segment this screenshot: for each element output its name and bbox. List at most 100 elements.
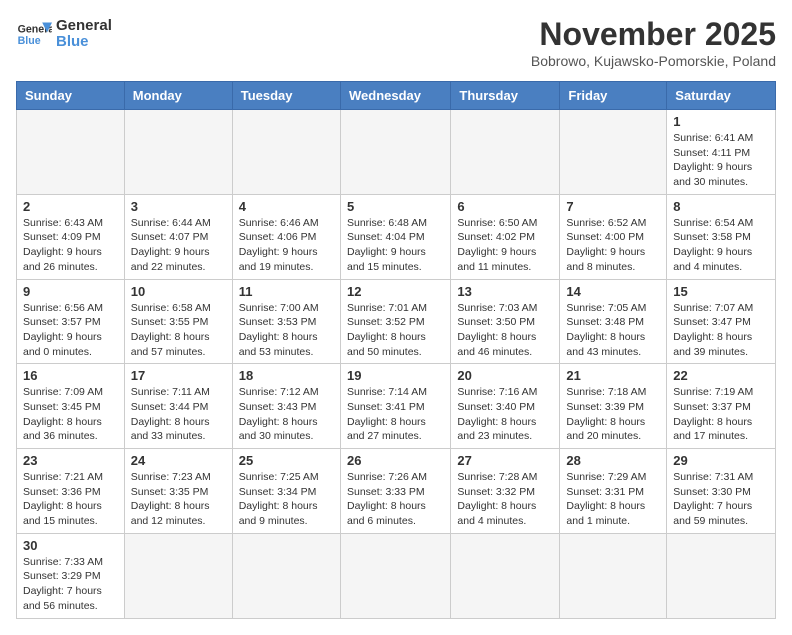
calendar-cell: 5 Sunrise: 6:48 AM Sunset: 4:04 PM Daylig… [340,194,450,279]
calendar-week-row: 30Sunrise: 7:33 AM Sunset: 3:29 PM Dayli… [17,533,776,618]
day-info: Sunrise: 7:11 AM Sunset: 3:44 PM Dayligh… [131,385,226,444]
calendar-cell: 21Sunrise: 7:18 AM Sunset: 3:39 PM Dayli… [560,364,667,449]
day-number: 14 [566,284,660,299]
weekday-header-saturday: Saturday [667,82,776,110]
calendar: SundayMondayTuesdayWednesdayThursdayFrid… [16,81,776,619]
day-number: 23 [23,453,118,468]
weekday-header-sunday: Sunday [17,82,125,110]
day-info: Sunrise: 6:48 AM Sunset: 4:04 PM Dayligh… [347,216,444,275]
day-info: Sunrise: 7:18 AM Sunset: 3:39 PM Dayligh… [566,385,660,444]
day-number: 15 [673,284,769,299]
calendar-cell: 1 Sunrise: 6:41 AM Sunset: 4:11 PM Daylig… [667,110,776,195]
weekday-header-thursday: Thursday [451,82,560,110]
calendar-cell: 23 Sunrise: 7:21 AM Sunset: 3:36 PM Dayli… [17,449,125,534]
day-info: Sunrise: 7:07 AM Sunset: 3:47 PM Dayligh… [673,301,769,360]
calendar-cell: 19Sunrise: 7:14 AM Sunset: 3:41 PM Dayli… [340,364,450,449]
day-number: 20 [457,368,553,383]
calendar-cell: 26 Sunrise: 7:26 AM Sunset: 3:33 PM Dayli… [340,449,450,534]
weekday-header-wednesday: Wednesday [340,82,450,110]
day-number: 17 [131,368,226,383]
day-number: 18 [239,368,334,383]
title-area: November 2025 Bobrowo, Kujawsko-Pomorski… [531,16,776,69]
calendar-cell: 11Sunrise: 7:00 AM Sunset: 3:53 PM Dayli… [232,279,340,364]
calendar-cell: 25 Sunrise: 7:25 AM Sunset: 3:34 PM Dayli… [232,449,340,534]
day-number: 5 [347,199,444,214]
calendar-cell: 4 Sunrise: 6:46 AM Sunset: 4:06 PM Daylig… [232,194,340,279]
day-number: 25 [239,453,334,468]
calendar-cell: 2 Sunrise: 6:43 AM Sunset: 4:09 PM Daylig… [17,194,125,279]
calendar-cell: 9Sunrise: 6:56 AM Sunset: 3:57 PM Daylig… [17,279,125,364]
day-info: Sunrise: 7:14 AM Sunset: 3:41 PM Dayligh… [347,385,444,444]
calendar-cell [560,110,667,195]
calendar-cell: 29 Sunrise: 7:31 AM Sunset: 3:30 PM Dayli… [667,449,776,534]
location-title: Bobrowo, Kujawsko-Pomorskie, Poland [531,53,776,69]
day-number: 26 [347,453,444,468]
calendar-cell: 18 Sunrise: 7:12 AM Sunset: 3:43 PM Dayli… [232,364,340,449]
calendar-cell: 14 Sunrise: 7:05 AM Sunset: 3:48 PM Dayli… [560,279,667,364]
day-info: Sunrise: 7:25 AM Sunset: 3:34 PM Dayligh… [239,470,334,529]
day-number: 6 [457,199,553,214]
day-number: 4 [239,199,334,214]
day-info: Sunrise: 7:26 AM Sunset: 3:33 PM Dayligh… [347,470,444,529]
calendar-cell [451,533,560,618]
logo: General Blue General Blue [16,16,112,52]
day-info: Sunrise: 6:58 AM Sunset: 3:55 PM Dayligh… [131,301,226,360]
day-info: Sunrise: 7:16 AM Sunset: 3:40 PM Dayligh… [457,385,553,444]
day-info: Sunrise: 6:44 AM Sunset: 4:07 PM Dayligh… [131,216,226,275]
day-number: 30 [23,538,118,553]
calendar-week-row: 9Sunrise: 6:56 AM Sunset: 3:57 PM Daylig… [17,279,776,364]
day-number: 16 [23,368,118,383]
calendar-cell [17,110,125,195]
day-number: 7 [566,199,660,214]
day-info: Sunrise: 7:31 AM Sunset: 3:30 PM Dayligh… [673,470,769,529]
calendar-cell: 22Sunrise: 7:19 AM Sunset: 3:37 PM Dayli… [667,364,776,449]
calendar-cell: 16Sunrise: 7:09 AM Sunset: 3:45 PM Dayli… [17,364,125,449]
calendar-week-row: 23 Sunrise: 7:21 AM Sunset: 3:36 PM Dayli… [17,449,776,534]
calendar-cell [124,533,232,618]
calendar-cell: 10 Sunrise: 6:58 AM Sunset: 3:55 PM Dayli… [124,279,232,364]
calendar-cell [340,110,450,195]
calendar-cell: 24Sunrise: 7:23 AM Sunset: 3:35 PM Dayli… [124,449,232,534]
day-number: 27 [457,453,553,468]
weekday-header-row: SundayMondayTuesdayWednesdayThursdayFrid… [17,82,776,110]
month-title: November 2025 [531,16,776,53]
calendar-week-row: 1 Sunrise: 6:41 AM Sunset: 4:11 PM Daylig… [17,110,776,195]
header: General Blue General Blue November 2025 … [16,16,776,69]
calendar-cell: 7Sunrise: 6:52 AM Sunset: 4:00 PM Daylig… [560,194,667,279]
weekday-header-friday: Friday [560,82,667,110]
calendar-cell [667,533,776,618]
calendar-week-row: 2 Sunrise: 6:43 AM Sunset: 4:09 PM Daylig… [17,194,776,279]
day-info: Sunrise: 7:23 AM Sunset: 3:35 PM Dayligh… [131,470,226,529]
weekday-header-tuesday: Tuesday [232,82,340,110]
calendar-cell: 17 Sunrise: 7:11 AM Sunset: 3:44 PM Dayli… [124,364,232,449]
day-number: 3 [131,199,226,214]
day-info: Sunrise: 6:41 AM Sunset: 4:11 PM Dayligh… [673,131,769,190]
day-info: Sunrise: 6:43 AM Sunset: 4:09 PM Dayligh… [23,216,118,275]
day-info: Sunrise: 6:50 AM Sunset: 4:02 PM Dayligh… [457,216,553,275]
day-number: 29 [673,453,769,468]
calendar-cell: 3 Sunrise: 6:44 AM Sunset: 4:07 PM Daylig… [124,194,232,279]
day-number: 8 [673,199,769,214]
calendar-cell [124,110,232,195]
day-number: 28 [566,453,660,468]
calendar-cell: 12Sunrise: 7:01 AM Sunset: 3:52 PM Dayli… [340,279,450,364]
calendar-cell: 28 Sunrise: 7:29 AM Sunset: 3:31 PM Dayli… [560,449,667,534]
day-number: 1 [673,114,769,129]
day-info: Sunrise: 6:46 AM Sunset: 4:06 PM Dayligh… [239,216,334,275]
calendar-cell: 20 Sunrise: 7:16 AM Sunset: 3:40 PM Dayli… [451,364,560,449]
day-info: Sunrise: 7:03 AM Sunset: 3:50 PM Dayligh… [457,301,553,360]
calendar-cell: 27Sunrise: 7:28 AM Sunset: 3:32 PM Dayli… [451,449,560,534]
day-info: Sunrise: 7:05 AM Sunset: 3:48 PM Dayligh… [566,301,660,360]
day-info: Sunrise: 7:29 AM Sunset: 3:31 PM Dayligh… [566,470,660,529]
calendar-cell: 30Sunrise: 7:33 AM Sunset: 3:29 PM Dayli… [17,533,125,618]
calendar-cell [232,533,340,618]
day-info: Sunrise: 7:21 AM Sunset: 3:36 PM Dayligh… [23,470,118,529]
day-info: Sunrise: 7:12 AM Sunset: 3:43 PM Dayligh… [239,385,334,444]
day-number: 11 [239,284,334,299]
logo-blue: Blue [56,34,112,51]
day-info: Sunrise: 6:56 AM Sunset: 3:57 PM Dayligh… [23,301,118,360]
day-number: 10 [131,284,226,299]
calendar-cell [232,110,340,195]
day-number: 2 [23,199,118,214]
day-number: 22 [673,368,769,383]
